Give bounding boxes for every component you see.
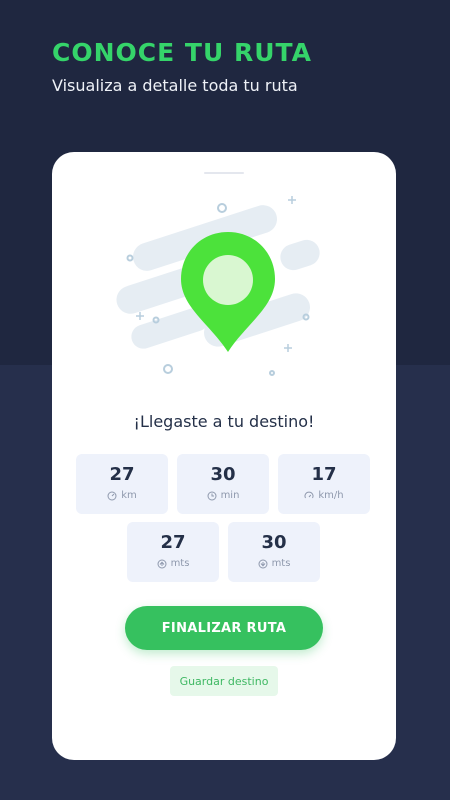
stat-speed: 17 km/h — [278, 454, 370, 514]
stat-unit: km — [121, 490, 137, 501]
speedometer-icon — [304, 491, 314, 498]
stat-duration: 30 min — [177, 454, 269, 514]
arrow-down-icon — [258, 559, 268, 568]
arrow-up-icon — [157, 559, 167, 568]
stat-distance: 27 km — [76, 454, 168, 514]
arrival-message: ¡Llegaste a tu destino! — [133, 412, 315, 431]
stat-unit: mts — [271, 558, 291, 569]
save-destination-button[interactable]: Guardar destino — [170, 666, 278, 696]
page-title: CONOCE TU RUTA — [52, 38, 312, 67]
stat-value: 30 — [210, 464, 236, 485]
stat-elevation-gain: 27 mts — [127, 522, 219, 582]
stat-unit: km/h — [318, 490, 344, 501]
stat-unit: min — [220, 490, 240, 501]
map-pin-illustration — [116, 196, 320, 376]
stat-value: 30 — [261, 532, 287, 553]
stat-value: 17 — [311, 464, 337, 485]
route-summary-card: ¡Llegaste a tu destino! 27 km 30 min 17 … — [52, 152, 396, 760]
stat-value: 27 — [160, 532, 186, 553]
stat-elevation-loss: 30 mts — [228, 522, 320, 582]
clock-icon — [207, 491, 217, 500]
page-subtitle: Visualiza a detalle toda tu ruta — [52, 76, 298, 95]
drag-handle[interactable] — [204, 172, 244, 174]
stat-value: 27 — [109, 464, 135, 485]
gauge-icon — [107, 491, 117, 500]
finish-route-button[interactable]: FINALIZAR RUTA — [125, 606, 323, 650]
stat-unit: mts — [170, 558, 190, 569]
